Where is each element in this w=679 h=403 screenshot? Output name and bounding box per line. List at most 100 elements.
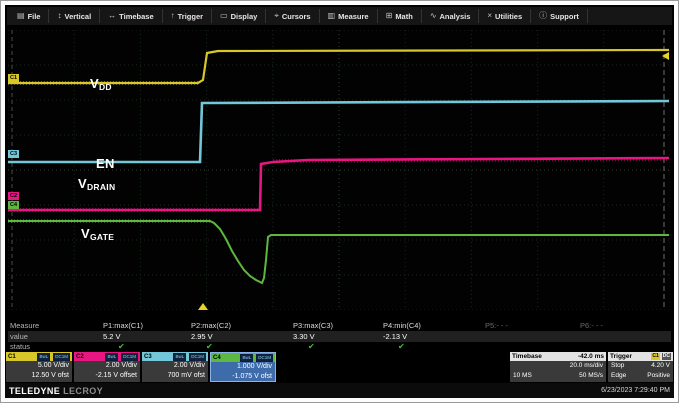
trigger-box[interactable]: Trigger C1 DC Stop 4.20 V Edge Positive (608, 352, 673, 382)
menu-utilities[interactable]: ×Utilities (479, 9, 531, 23)
measure-p4-param[interactable]: P4:min(C4) (383, 321, 421, 331)
trigger-level: 4.20 V (651, 361, 670, 371)
c4-id: C4 (213, 355, 221, 361)
c2-offset: -2.15 V offset (74, 371, 140, 381)
brand-logo: TELEDYNE LECROY (9, 386, 103, 396)
channel-box-c3[interactable]: C3 BwL DC1M 2.00 V/div 700 mV ofst (142, 352, 208, 382)
channel-box-c4-selected[interactable]: C4 BwL DC1M 1.000 V/div -1.075 V ofst (210, 352, 276, 382)
measure-p3-value: 3.30 V (293, 331, 315, 342)
menu-cursors-label: Cursors (282, 12, 311, 21)
waveform-chart-icon: ∿ (430, 12, 437, 20)
c2-vdiv: 2.00 V/div (74, 361, 140, 371)
measure-p1-value: 5.2 V (103, 331, 121, 342)
measure-p3-param[interactable]: P3:max(C3) (293, 321, 333, 331)
timebase-label: Timebase (512, 353, 542, 360)
menu-analysis[interactable]: ∿Analysis (422, 9, 480, 23)
timebase-position: -42.0 ms (578, 353, 604, 360)
trigger-arrow-icon: ↑ (171, 12, 175, 20)
trigger-label: Trigger (610, 353, 632, 360)
c1-bwl-badge: BwL (37, 353, 50, 361)
measure-p4-value: -2.13 V (383, 331, 407, 342)
label-en: EN (96, 156, 115, 171)
value-row-label: value (10, 331, 28, 342)
trigger-time-marker[interactable] (198, 303, 208, 310)
ruler-icon: ▥ (328, 12, 336, 20)
calculator-icon: ⊞ (386, 12, 393, 20)
tools-icon: × (487, 12, 492, 20)
menu-timebase[interactable]: ↔Timebase (100, 9, 162, 23)
bottom-bar: TELEDYNE LECROY 6/23/2023 7:29:40 PM (5, 383, 674, 398)
menu-cursors[interactable]: ⌖Cursors (266, 9, 319, 23)
menu-timebase-label: Timebase (119, 12, 153, 21)
measure-p5-param[interactable]: P5:- - - (485, 321, 508, 331)
channel-marker-c2[interactable]: C2 (8, 192, 19, 200)
measure-p2-param[interactable]: P2:max(C2) (191, 321, 231, 331)
c3-coupling-badge: DC1M (189, 353, 206, 361)
p2-status-check-icon: ✔ (206, 342, 213, 352)
c4-offset: -1.075 V ofst (211, 372, 275, 382)
timebase-box[interactable]: Timebase -42.0 ms 20.0 ms/div 10 MS 50 M… (510, 352, 606, 382)
c3-bwl-badge: BwL (173, 353, 186, 361)
c1-vdiv: 5.00 V/div (6, 361, 72, 371)
c3-vdiv: 2.00 V/div (142, 361, 208, 371)
c4-vdiv: 1.000 V/div (211, 362, 275, 372)
channel-marker-c1[interactable]: C1 (8, 74, 19, 82)
c3-id: C3 (144, 354, 152, 360)
channel-marker-c3[interactable]: C3 (8, 150, 19, 158)
c1-offset: 12.50 V ofst (6, 371, 72, 381)
measure-row-label: Measure (10, 321, 39, 331)
measure-p6-param[interactable]: P6:- - - (580, 321, 603, 331)
menu-support-label: Support (550, 12, 579, 21)
c3-offset: 700 mV ofst (142, 371, 208, 381)
c2-bwl-badge: BwL (105, 353, 118, 361)
menu-trigger-label: Trigger (178, 12, 203, 21)
brand-teledyne: TELEDYNE (9, 386, 60, 396)
label-vdd: VDD (90, 76, 112, 92)
menu-measure-label: Measure (338, 12, 368, 21)
c4-coupling-badge: DC1M (256, 354, 273, 362)
trigger-mode: Stop (611, 361, 624, 371)
monitor-icon: ▭ (220, 12, 228, 20)
p4-status-check-icon: ✔ (398, 342, 405, 352)
measure-p1-param[interactable]: P1:max(C1) (103, 321, 143, 331)
file-icon: ▤ (17, 12, 25, 20)
menu-display[interactable]: ▭Display (212, 9, 266, 23)
menu-math-label: Math (395, 12, 413, 21)
c1-id: C1 (8, 354, 16, 360)
channel-box-c2[interactable]: C2 BwL DC1M 2.00 V/div -2.15 V offset (74, 352, 140, 382)
menu-vertical[interactable]: ↕Vertical (49, 9, 100, 23)
c2-id: C2 (76, 354, 84, 360)
menu-trigger[interactable]: ↑Trigger (163, 9, 212, 23)
oscilloscope-screenshot: ▤File ↕Vertical ↔Timebase ↑Trigger ▭Disp… (0, 0, 679, 403)
trigger-type: Edge (611, 371, 626, 381)
measure-status-row: status ✔ ✔ ✔ ✔ (8, 342, 671, 352)
channel-marker-c4[interactable]: C4 (8, 201, 19, 209)
vertical-arrows-icon: ↕ (57, 12, 61, 20)
timebase-rate: 50 MS/s (579, 371, 603, 381)
c2-coupling-badge: DC1M (121, 353, 138, 361)
menu-vertical-label: Vertical (64, 12, 91, 21)
c1-coupling-badge: DC1M (53, 353, 70, 361)
menu-file[interactable]: ▤File (9, 9, 49, 23)
trigger-coupling-badge: DC (662, 353, 671, 360)
menu-display-label: Display (231, 12, 258, 21)
menu-utilities-label: Utilities (495, 12, 522, 21)
menu-measure[interactable]: ▥Measure (320, 9, 378, 23)
measure-value-row: value 5.2 V 2.95 V 3.30 V -2.13 V (8, 331, 671, 342)
menu-support[interactable]: ⓘSupport (531, 9, 588, 23)
trigger-source-badge: C1 (651, 353, 659, 360)
label-vdrain: VDRAIN (78, 176, 115, 192)
trigger-slope: Positive (647, 371, 670, 381)
brand-lecroy: LECROY (63, 386, 103, 396)
trigger-level-marker[interactable] (662, 52, 669, 60)
measure-table: Measure P1:max(C1) P2:max(C2) P3:max(C3)… (8, 321, 671, 352)
p1-status-check-icon: ✔ (118, 342, 125, 352)
timebase-per-div: 20.0 ms/div (570, 361, 603, 371)
menu-math[interactable]: ⊞Math (378, 9, 422, 23)
label-vgate: VGATE (81, 226, 114, 242)
timebase-samples: 10 MS (513, 371, 532, 381)
waveform-grid: VDD EN VDRAIN VGATE C1 C3 C2 C4 (8, 30, 670, 310)
cursor-icon: ⌖ (274, 12, 279, 20)
channel-box-c1[interactable]: C1 BwL DC1M 5.00 V/div 12.50 V ofst (6, 352, 72, 382)
datetime: 6/23/2023 7:29:40 PM (601, 387, 670, 394)
